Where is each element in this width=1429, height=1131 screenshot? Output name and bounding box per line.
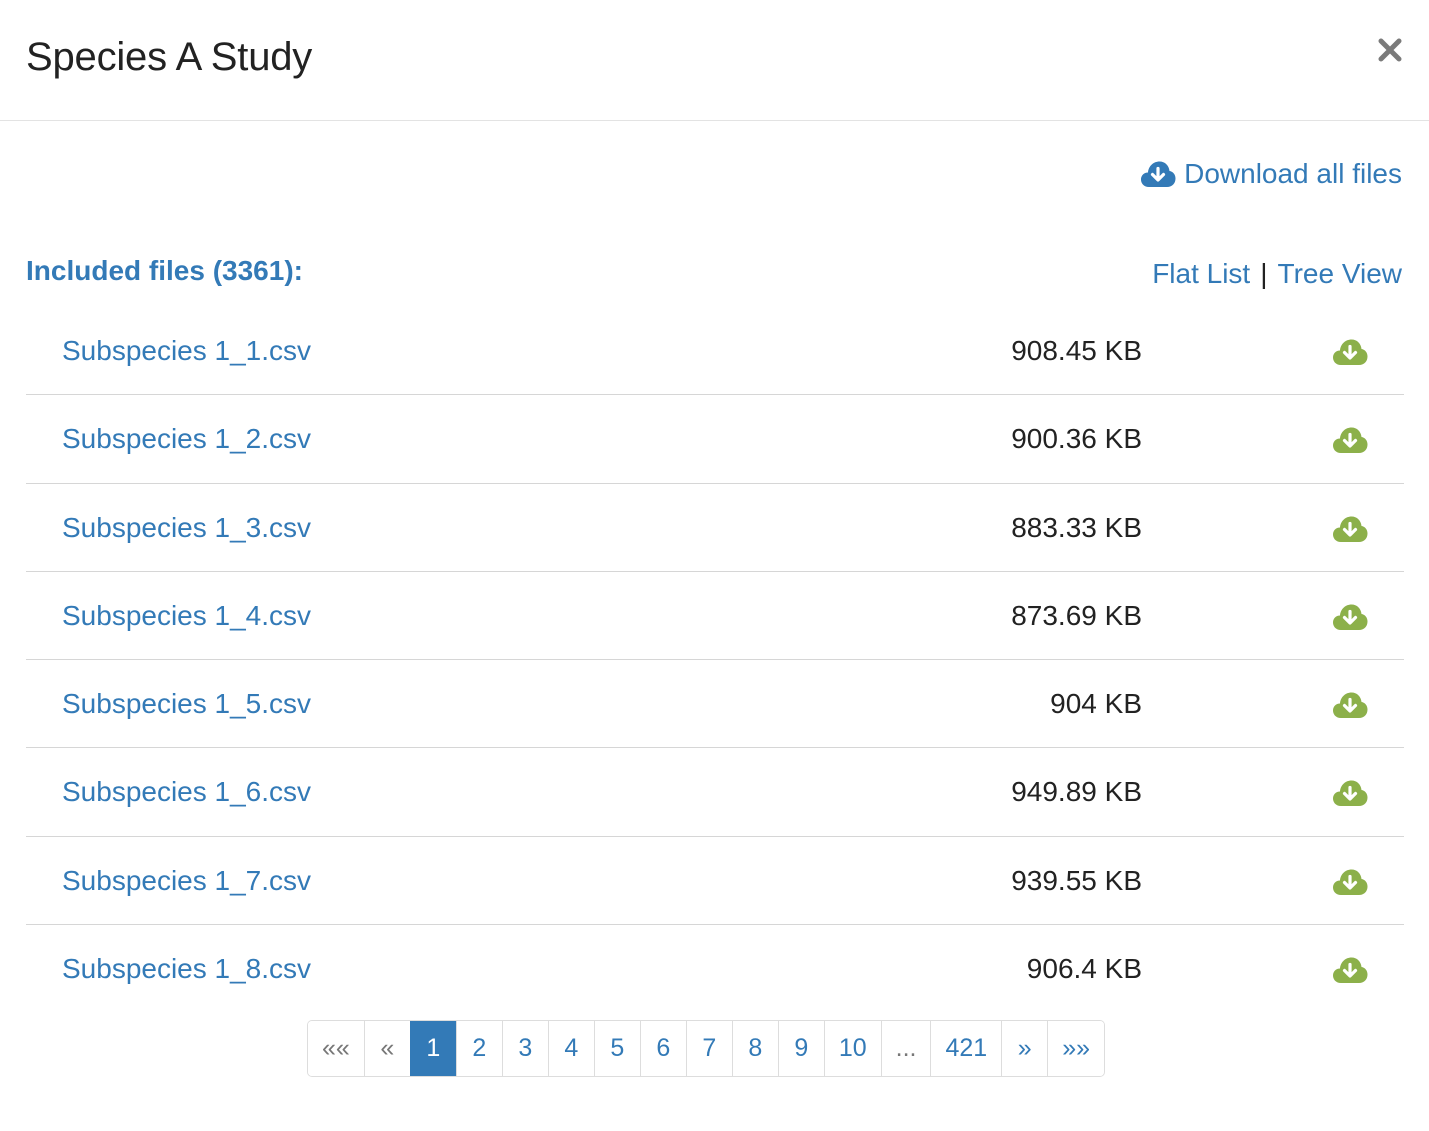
page-9[interactable]: 9 — [777, 1021, 824, 1076]
page-10[interactable]: 10 — [823, 1021, 881, 1076]
page-5[interactable]: 5 — [593, 1021, 640, 1076]
page-3[interactable]: 3 — [501, 1021, 548, 1076]
cloud-download-icon — [1333, 339, 1368, 365]
page-first[interactable]: «« — [308, 1021, 364, 1076]
modal-header: Species A Study — [0, 0, 1429, 121]
file-name-link[interactable]: Subspecies 1_6.csv — [62, 774, 311, 810]
pagination: «« « 1 2 3 4 5 6 7 8 9 10 ... 421 » »» — [307, 1020, 1105, 1077]
page-1[interactable]: 1 — [409, 1021, 456, 1076]
file-name-link[interactable]: Subspecies 1_1.csv — [62, 333, 311, 369]
close-button[interactable] — [1372, 30, 1408, 70]
file-name-link[interactable]: Subspecies 1_2.csv — [62, 421, 311, 457]
file-size: 900.36 KB — [1011, 423, 1142, 455]
file-row: Subspecies 1_8.csv 906.4 KB — [26, 925, 1404, 1013]
flat-list-link[interactable]: Flat List — [1152, 256, 1250, 292]
file-name-link[interactable]: Subspecies 1_5.csv — [62, 686, 311, 722]
view-separator: | — [1260, 258, 1268, 289]
cloud-download-icon — [1141, 161, 1176, 187]
cloud-download-icon — [1333, 427, 1368, 454]
file-download-button[interactable] — [1330, 335, 1370, 369]
page-7[interactable]: 7 — [685, 1021, 732, 1076]
page-next[interactable]: » — [1001, 1021, 1048, 1076]
page-prev[interactable]: « — [363, 1021, 410, 1076]
file-row: Subspecies 1_4.csv 873.69 KB — [26, 572, 1404, 661]
file-download-button[interactable] — [1330, 865, 1370, 899]
file-download-button[interactable] — [1330, 512, 1370, 546]
cloud-download-icon — [1333, 869, 1368, 895]
file-download-button[interactable] — [1330, 423, 1370, 457]
file-size: 883.33 KB — [1011, 511, 1142, 543]
file-size: 873.69 KB — [1011, 599, 1142, 631]
download-all-label: Download all files — [1184, 158, 1402, 189]
file-list: Subspecies 1_1.csv 908.45 KB Subspecies … — [26, 307, 1404, 1013]
file-size: 904 KB — [1050, 688, 1142, 720]
file-row: Subspecies 1_6.csv 949.89 KB — [26, 748, 1404, 837]
file-row: Subspecies 1_5.csv 904 KB — [26, 660, 1404, 749]
cloud-download-icon — [1333, 780, 1368, 807]
file-row: Subspecies 1_7.csv 939.55 KB — [26, 837, 1404, 926]
tree-view-link[interactable]: Tree View — [1278, 256, 1403, 292]
view-toggle: Flat List | Tree View — [1152, 256, 1402, 292]
download-all-link[interactable]: Download all files — [1140, 154, 1402, 194]
page-ellipsis: ... — [880, 1021, 931, 1076]
modal-title: Species A Study — [26, 35, 313, 79]
file-name-link[interactable]: Subspecies 1_8.csv — [62, 951, 311, 987]
page-2[interactable]: 2 — [455, 1021, 502, 1076]
file-size: 906.4 KB — [1026, 953, 1142, 985]
file-list-modal: Species A Study Download all files Inclu… — [0, 0, 1429, 1131]
file-download-button[interactable] — [1330, 953, 1370, 987]
file-name-link[interactable]: Subspecies 1_3.csv — [62, 510, 311, 546]
file-size: 949.89 KB — [1011, 776, 1142, 808]
cloud-download-icon — [1333, 957, 1368, 984]
file-row: Subspecies 1_3.csv 883.33 KB — [26, 484, 1404, 572]
cloud-download-icon — [1333, 692, 1368, 719]
file-name-link[interactable]: Subspecies 1_7.csv — [62, 863, 311, 899]
page-4[interactable]: 4 — [547, 1021, 594, 1076]
file-row: Subspecies 1_2.csv 900.36 KB — [26, 395, 1404, 484]
close-icon — [1378, 38, 1402, 62]
file-size: 939.55 KB — [1011, 864, 1142, 896]
page-6[interactable]: 6 — [639, 1021, 686, 1076]
cloud-download-icon — [1333, 604, 1368, 630]
file-download-button[interactable] — [1330, 600, 1370, 634]
file-row: Subspecies 1_1.csv 908.45 KB — [26, 307, 1404, 396]
page-last-number[interactable]: 421 — [930, 1021, 1002, 1076]
file-size: 908.45 KB — [1011, 335, 1142, 366]
included-files-heading: Included files (3361): — [26, 255, 303, 286]
page-8[interactable]: 8 — [731, 1021, 778, 1076]
file-download-button[interactable] — [1330, 688, 1370, 722]
cloud-download-icon — [1333, 516, 1368, 542]
file-name-link[interactable]: Subspecies 1_4.csv — [62, 598, 311, 634]
file-download-button[interactable] — [1330, 776, 1370, 810]
page-last[interactable]: »» — [1047, 1021, 1104, 1076]
